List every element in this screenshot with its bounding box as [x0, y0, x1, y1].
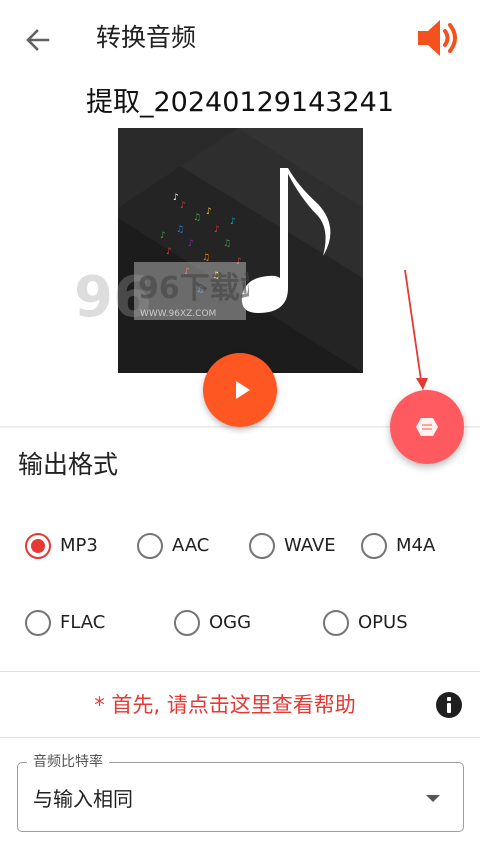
- svg-text:♫: ♫: [223, 239, 231, 249]
- dropdown-arrow-icon[interactable]: [426, 795, 440, 802]
- svg-text:♫: ♫: [176, 225, 184, 235]
- radio-mp3[interactable]: MP3: [25, 530, 98, 562]
- play-button[interactable]: [203, 353, 277, 427]
- radio-label: OPUS: [358, 612, 408, 633]
- help-link[interactable]: * 首先, 请点击这里查看帮助: [0, 688, 450, 722]
- radio-label: AAC: [172, 535, 210, 556]
- back-button[interactable]: [22, 24, 54, 56]
- hexagon-fab-button[interactable]: [390, 390, 464, 464]
- svg-text:WWW.96XZ.COM: WWW.96XZ.COM: [140, 309, 216, 319]
- radio-circle: [137, 533, 163, 559]
- info-button[interactable]: [436, 692, 462, 718]
- svg-text:♪: ♪: [214, 225, 220, 235]
- radio-circle: [174, 610, 200, 636]
- page-title: 转换音频: [96, 23, 197, 52]
- svg-text:♪: ♪: [230, 217, 236, 227]
- watermark-logo: 96 96下载站 WWW.96XZ.COM: [74, 262, 249, 324]
- radio-label: MP3: [60, 535, 98, 556]
- info-icon-bar: [447, 703, 451, 713]
- hexagon-icon: [416, 418, 438, 436]
- radio-ogg[interactable]: OGG: [174, 607, 251, 639]
- svg-text:♫: ♫: [193, 213, 201, 223]
- svg-text:♪: ♪: [160, 231, 166, 241]
- output-format-title: 输出格式: [18, 450, 119, 479]
- volume-icon: [418, 20, 457, 56]
- radio-aac[interactable]: AAC: [137, 530, 209, 562]
- play-icon: [236, 381, 250, 399]
- radio-circle: [323, 610, 349, 636]
- top-bar: 转换音频: [0, 0, 480, 76]
- radio-circle: [25, 610, 51, 636]
- bitrate-select-label: 音频比特率: [27, 752, 109, 772]
- svg-text:♪: ♪: [173, 193, 179, 203]
- radio-circle: [361, 533, 387, 559]
- svg-text:♪: ♪: [166, 247, 172, 257]
- radio-m4a[interactable]: M4A: [361, 530, 435, 562]
- divider: [0, 737, 480, 738]
- music-note-artwork: ♪ ♫ ♪ ♫ ♪ ♪ ♫ ♪ ♫ ♪ ♪ ♫ ♪ ♪ ♫ ♪: [118, 128, 363, 373]
- radio-wave[interactable]: WAVE: [249, 530, 336, 562]
- annotation-arrow: [404, 269, 428, 390]
- radio-flac[interactable]: FLAC: [25, 607, 105, 639]
- radio-circle: [249, 533, 275, 559]
- radio-circle: [25, 533, 51, 559]
- radio-opus[interactable]: OPUS: [323, 607, 408, 639]
- svg-text:♪: ♪: [180, 201, 186, 211]
- divider: [0, 671, 480, 672]
- svg-text:♪: ♪: [188, 239, 194, 249]
- radio-label: FLAC: [60, 612, 106, 633]
- arrow-left-icon: [26, 29, 50, 51]
- radio-label: M4A: [396, 535, 436, 556]
- speaker-button[interactable]: [414, 16, 466, 60]
- album-art: ♪ ♫ ♪ ♫ ♪ ♪ ♫ ♪ ♫ ♪ ♪ ♫ ♪ ♪ ♫ ♪: [118, 128, 363, 373]
- radio-label: WAVE: [284, 535, 336, 556]
- svg-text:♪: ♪: [206, 207, 212, 217]
- info-icon: [447, 697, 451, 701]
- file-name: 提取_20240129143241: [86, 87, 394, 118]
- convert-audio-screen: 转换音频 提取_20240129143241 ♪ ♫ ♪ ♫ ♪ ♪ ♫ ♪ ♫…: [0, 0, 480, 853]
- bitrate-select-value: 与输入相同: [33, 787, 133, 811]
- radio-label: OGG: [209, 612, 252, 633]
- svg-text:96下载站: 96下载站: [138, 271, 249, 306]
